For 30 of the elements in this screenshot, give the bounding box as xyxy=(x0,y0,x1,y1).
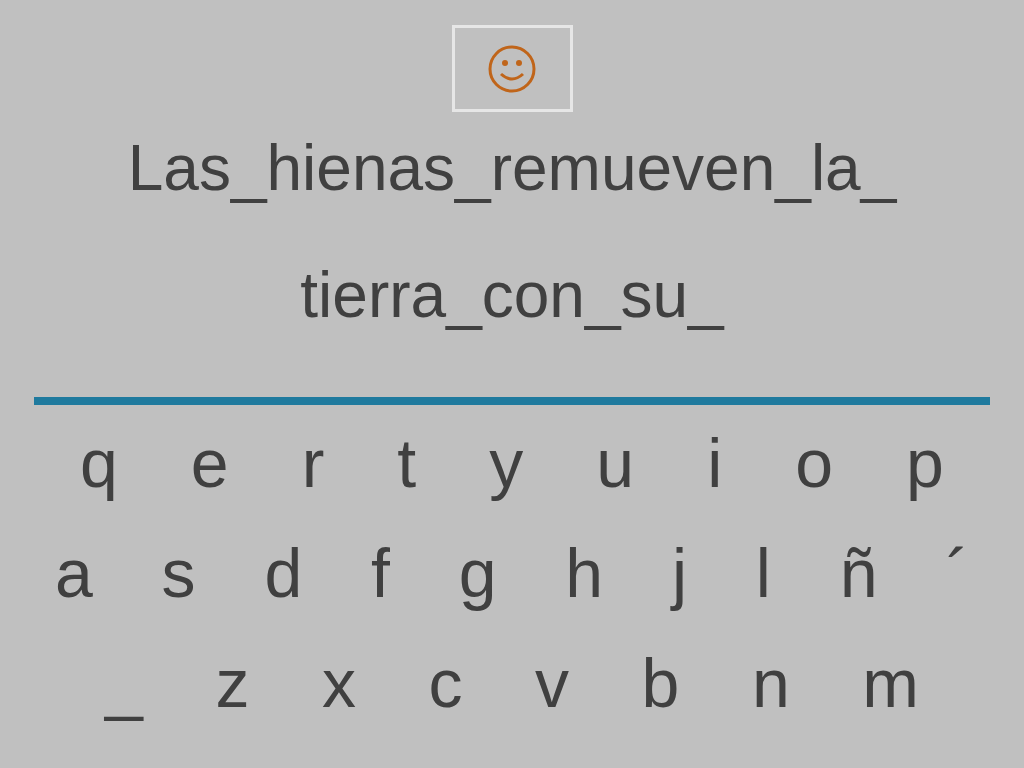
letter-key[interactable]: n xyxy=(741,647,800,719)
phrase-line: tierra_con_su_ xyxy=(300,259,724,331)
letter-key[interactable]: o xyxy=(785,427,844,499)
letter-key[interactable]: j xyxy=(661,537,697,609)
letter-key[interactable]: q xyxy=(70,427,128,499)
letter-key[interactable]: p xyxy=(896,427,954,499)
letter-key[interactable]: e xyxy=(180,427,239,499)
letter-key[interactable]: ñ xyxy=(829,537,888,609)
letter-key[interactable]: h xyxy=(555,537,614,609)
letter-key[interactable]: l xyxy=(745,537,781,609)
letter-key[interactable]: d xyxy=(254,537,313,609)
letter-key[interactable]: z xyxy=(205,647,260,719)
phrase-line: Las_hienas_remueven_la_ xyxy=(127,132,897,204)
letter-key[interactable]: i xyxy=(697,427,733,499)
letter-key[interactable]: c xyxy=(418,647,473,719)
letter-key[interactable]: t xyxy=(387,427,427,499)
letter-key[interactable]: s xyxy=(151,537,206,609)
letter-key[interactable]: x xyxy=(311,647,366,719)
letter-key[interactable]: u xyxy=(586,427,645,499)
smiley-icon xyxy=(487,43,537,94)
letter-key[interactable]: y xyxy=(479,427,534,499)
letter-key[interactable]: v xyxy=(525,647,579,719)
letter-key[interactable]: a xyxy=(45,537,103,609)
letter-key[interactable]: b xyxy=(631,647,690,719)
letter-key[interactable]: ´ xyxy=(936,537,979,609)
letter-key[interactable]: f xyxy=(361,537,400,609)
letter-key[interactable]: g xyxy=(448,537,507,609)
letter-key[interactable]: r xyxy=(291,427,335,499)
letter-key[interactable]: _ xyxy=(95,647,153,719)
letter-key[interactable]: m xyxy=(852,647,929,719)
